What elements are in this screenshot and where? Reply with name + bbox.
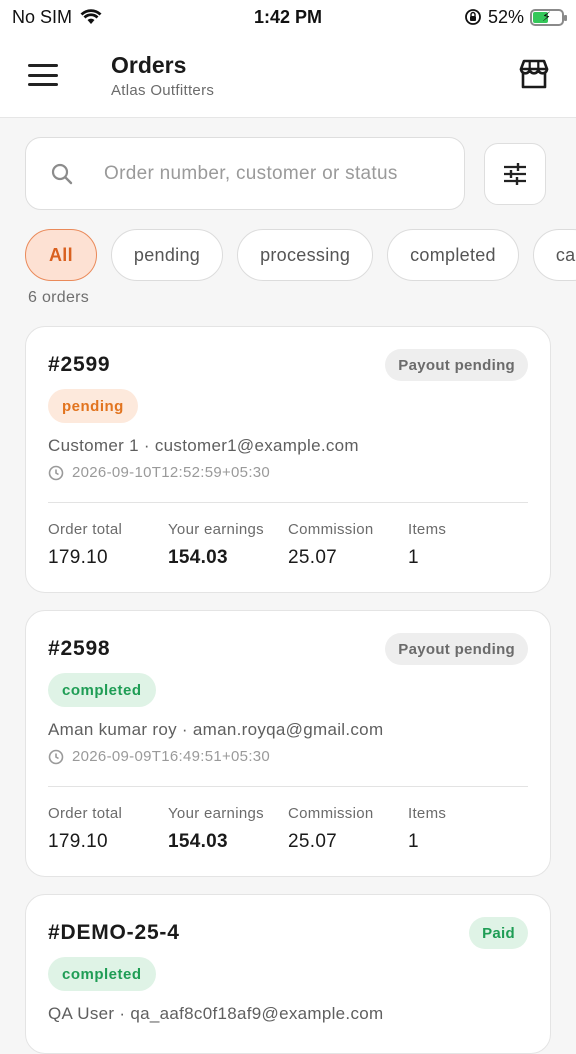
stat-value: 154.03 bbox=[168, 547, 228, 568]
order-number: #DEMO-25-4 bbox=[48, 921, 180, 944]
stat-label: Commission bbox=[288, 805, 374, 822]
stat-value: 179.10 bbox=[48, 831, 108, 852]
stat-order-total: Order total 179.10 bbox=[48, 521, 168, 569]
sliders-icon bbox=[504, 163, 526, 185]
payout-badge: Paid bbox=[469, 917, 528, 949]
stat-earnings: Your earnings 154.03 bbox=[168, 805, 288, 853]
order-stats: Order total 179.10 Your earnings 154.03 Co… bbox=[48, 521, 528, 569]
stat-label: Order total bbox=[48, 805, 123, 822]
order-number: #2598 bbox=[48, 637, 111, 660]
carrier-label: No SIM bbox=[12, 6, 73, 27]
menu-icon[interactable] bbox=[28, 64, 58, 86]
stat-label: Items bbox=[408, 521, 447, 538]
stat-value: 1 bbox=[408, 547, 419, 568]
stat-commission: Commission 25.07 bbox=[288, 521, 408, 569]
wifi-icon bbox=[80, 9, 102, 24]
header-titles: Orders Atlas Outfitters bbox=[111, 52, 214, 99]
battery-percent: 52% bbox=[487, 6, 524, 27]
stat-value: 179.10 bbox=[48, 547, 108, 568]
status-right: 52% ⚡ bbox=[364, 6, 567, 28]
stat-label: Your earnings bbox=[168, 805, 264, 822]
stat-label: Order total bbox=[48, 521, 123, 538]
order-card[interactable]: #DEMO-25-4 Paid completed QA User · qa_a… bbox=[25, 894, 551, 1054]
order-number: #2599 bbox=[48, 353, 111, 376]
divider bbox=[48, 502, 528, 503]
stat-label: Your earnings bbox=[168, 521, 264, 538]
filter-button[interactable] bbox=[484, 143, 546, 205]
chip-completed[interactable]: completed bbox=[387, 229, 519, 281]
stat-label: Items bbox=[408, 805, 447, 822]
status-badge: completed bbox=[48, 957, 156, 991]
customer-info: Aman kumar roy · aman.royqa@gmail.com bbox=[48, 720, 384, 739]
stat-items: Items 1 bbox=[408, 521, 528, 569]
chip-cancelled[interactable]: ca bbox=[532, 229, 576, 281]
order-card[interactable]: #2598 Payout pending completed Aman kuma… bbox=[25, 610, 551, 877]
payout-badge: Payout pending bbox=[385, 633, 528, 665]
stat-value: 25.07 bbox=[288, 831, 338, 852]
order-count: 6 orders bbox=[28, 289, 90, 306]
chip-processing[interactable]: processing bbox=[237, 229, 374, 281]
stat-order-total: Order total 179.10 bbox=[48, 805, 168, 853]
clock-icon bbox=[48, 465, 64, 480]
order-date-text: 2026-09-09T16:49:51+05:30 bbox=[72, 748, 271, 765]
stat-items: Items 1 bbox=[408, 805, 528, 853]
order-card[interactable]: #2599 Payout pending pending Customer 1 … bbox=[25, 326, 551, 593]
status-filter-chips: All pending processing completed ca bbox=[25, 229, 576, 281]
clock-icon bbox=[48, 749, 64, 764]
status-badge: completed bbox=[48, 673, 156, 707]
order-stats: Order total 179.10 Your earnings 154.03 Co… bbox=[48, 805, 528, 853]
payout-badge: Payout pending bbox=[385, 349, 528, 381]
stat-value: 154.03 bbox=[168, 831, 228, 852]
store-name: Atlas Outfitters bbox=[111, 82, 215, 99]
customer-info: QA User · qa_aaf8c0f18af9@example.com bbox=[48, 1004, 384, 1023]
status-badge: pending bbox=[48, 389, 138, 423]
search-bar[interactable] bbox=[25, 137, 465, 210]
order-date-text: 2026-09-10T12:52:59+05:30 bbox=[72, 464, 271, 481]
search-icon bbox=[51, 163, 73, 184]
store-icon[interactable] bbox=[516, 56, 552, 92]
orientation-lock-icon bbox=[465, 9, 481, 25]
customer-info: Customer 1 · customer1@example.com bbox=[48, 436, 359, 455]
search-input[interactable] bbox=[104, 162, 444, 185]
chip-all[interactable]: All bbox=[25, 229, 97, 281]
stat-commission: Commission 25.07 bbox=[288, 805, 408, 853]
status-bar: No SIM 1:42 PM 52% ⚡ bbox=[0, 0, 576, 34]
stat-value: 25.07 bbox=[288, 547, 338, 568]
app-bar: Orders Atlas Outfitters bbox=[0, 34, 576, 118]
page-title: Orders bbox=[111, 52, 187, 78]
order-date: 2026-09-10T12:52:59+05:30 bbox=[48, 464, 270, 481]
status-left: No SIM bbox=[12, 7, 212, 28]
chip-pending[interactable]: pending bbox=[110, 229, 224, 281]
stat-earnings: Your earnings 154.03 bbox=[168, 521, 288, 569]
clock: 1:42 PM bbox=[253, 6, 323, 27]
order-date: 2026-09-09T16:49:51+05:30 bbox=[48, 748, 270, 765]
stat-label: Commission bbox=[288, 521, 374, 538]
stat-value: 1 bbox=[408, 831, 419, 852]
divider bbox=[48, 786, 528, 787]
battery-icon: ⚡ bbox=[530, 8, 567, 26]
